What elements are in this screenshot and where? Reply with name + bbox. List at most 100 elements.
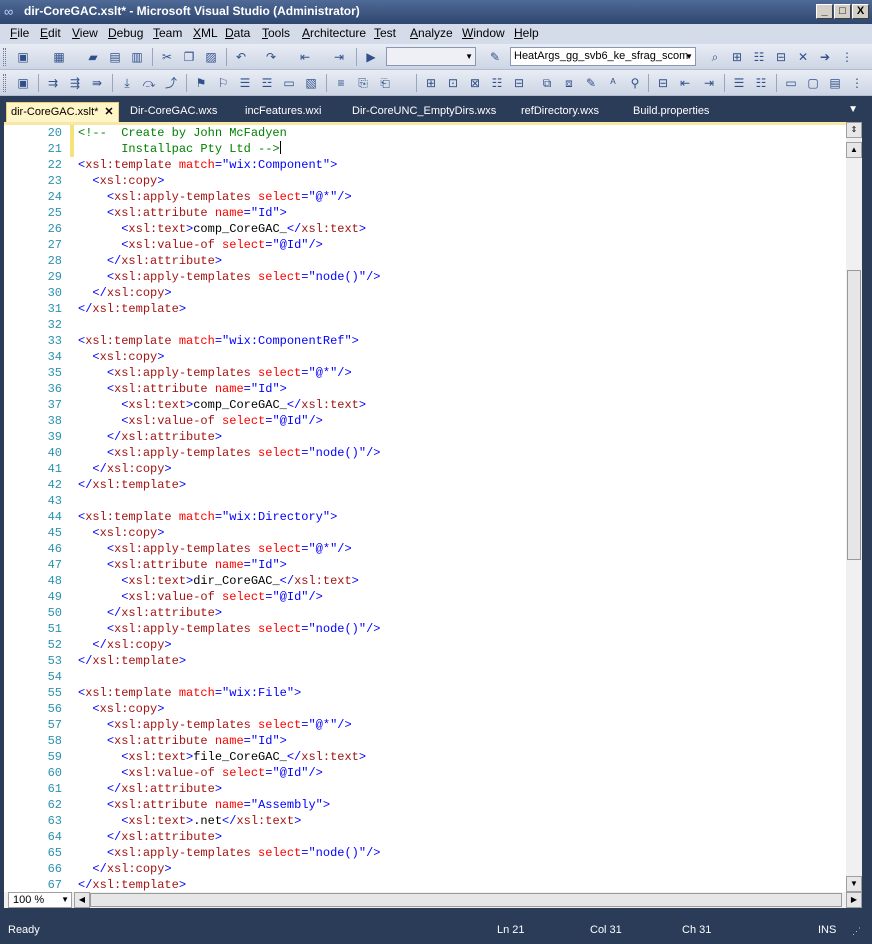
toggle-bookmark-icon[interactable]: ⚑ bbox=[192, 74, 210, 92]
code-line[interactable]: 55 <xsl:template match="wix:File"> bbox=[48, 685, 381, 701]
scroll-right-icon[interactable]: ▶ bbox=[846, 892, 862, 908]
menu-data[interactable]: Data bbox=[225, 26, 250, 40]
code-line[interactable]: 37 <xsl:text>comp_CoreGAC_</xsl:text> bbox=[48, 397, 381, 413]
horizontal-scroll-thumb[interactable] bbox=[90, 893, 842, 907]
vertical-scroll-thumb[interactable] bbox=[847, 270, 861, 560]
show-xslt-output-icon[interactable]: ⇶ bbox=[66, 74, 84, 92]
menu-window[interactable]: Window bbox=[462, 26, 505, 40]
save-icon[interactable]: ▤ bbox=[106, 48, 124, 66]
indent-icon[interactable]: ≡ bbox=[332, 74, 350, 92]
code-line[interactable]: 20 <!-- Create by John McFadyen bbox=[48, 125, 381, 141]
start-xslt-debugging-icon[interactable]: ⇉ bbox=[44, 74, 62, 92]
code-line[interactable]: 26 <xsl:text>comp_CoreGAC_</xsl:text> bbox=[48, 221, 381, 237]
server-explorer-icon[interactable]: ⊠ bbox=[466, 74, 484, 92]
code-line[interactable]: 39 </xsl:attribute> bbox=[48, 429, 381, 445]
code-line[interactable]: 44 <xsl:template match="wix:Directory"> bbox=[48, 509, 381, 525]
code-line[interactable]: 45 <xsl:copy> bbox=[48, 525, 381, 541]
increase-indent-icon[interactable]: ⇥ bbox=[700, 74, 718, 92]
code-line[interactable]: 65 <xsl:apply-templates select="node()"/… bbox=[48, 845, 381, 861]
undo-icon[interactable]: ↶ bbox=[232, 48, 250, 66]
previous-bookmark-icon[interactable]: ⚐ bbox=[214, 74, 232, 92]
comment-selection-icon[interactable]: ⊟ bbox=[654, 74, 672, 92]
code-line[interactable]: 51 <xsl:apply-templates select="node()"/… bbox=[48, 621, 381, 637]
menu-test[interactable]: Test bbox=[374, 26, 396, 40]
open-file-icon[interactable]: ▰ bbox=[84, 48, 102, 66]
output-window-icon[interactable]: ▢ bbox=[804, 74, 822, 92]
task-list-icon[interactable]: ▤ bbox=[826, 74, 844, 92]
split-editor-icon[interactable]: ⇕ bbox=[846, 122, 862, 138]
code-line[interactable]: 29 <xsl:apply-templates select="node()"/… bbox=[48, 269, 381, 285]
code-line[interactable]: 58 <xsl:attribute name="Id"> bbox=[48, 733, 381, 749]
code-line[interactable]: 33 <xsl:template match="wix:ComponentRef"… bbox=[48, 333, 381, 349]
code-line[interactable]: 52 </xsl:copy> bbox=[48, 637, 381, 653]
debug-xslt-icon[interactable]: ⇛ bbox=[88, 74, 106, 92]
create-schema-icon[interactable]: ▣ bbox=[14, 74, 32, 92]
tab-refdirectory-wxs[interactable]: refDirectory.wxs bbox=[521, 102, 599, 122]
resize-grip-icon[interactable]: ⋰ bbox=[852, 926, 861, 937]
quick-info-icon[interactable]: ⧉ bbox=[538, 74, 556, 92]
xml-schema-icon[interactable]: ☷ bbox=[488, 74, 506, 92]
code-line[interactable]: 57 <xsl:apply-templates select="@*"/> bbox=[48, 717, 381, 733]
outline-icon[interactable]: ☰ bbox=[730, 74, 748, 92]
step-over-icon[interactable]: ⤼ bbox=[140, 74, 158, 92]
menu-file[interactable]: File bbox=[10, 26, 29, 40]
code-line[interactable]: 28 </xsl:attribute> bbox=[48, 253, 381, 269]
next-bookmark-icon[interactable]: ☰ bbox=[236, 74, 254, 92]
start-debugging-icon[interactable]: ▶ bbox=[362, 48, 380, 66]
horizontal-scrollbar[interactable]: 100 % ▼ ◀ ▶ bbox=[4, 892, 862, 908]
format-document-icon[interactable]: ▧ bbox=[302, 74, 320, 92]
copy-icon[interactable]: ❐ bbox=[180, 48, 198, 66]
menu-team[interactable]: Team bbox=[153, 26, 182, 40]
command-window-icon[interactable]: ▭ bbox=[782, 74, 800, 92]
code-line[interactable]: 31 </xsl:template> bbox=[48, 301, 381, 317]
schema-explorer-icon[interactable]: ⊞ bbox=[422, 74, 440, 92]
save-all-icon[interactable]: ▥ bbox=[128, 48, 146, 66]
navigate-backward-icon[interactable]: ⇤ bbox=[296, 48, 314, 66]
comment-icon[interactable]: ⎘ bbox=[354, 74, 372, 92]
new-project-icon[interactable]: ▣ bbox=[14, 48, 32, 66]
tab-dir-coregac-xslt[interactable]: dir-CoreGAC.xslt* ✕ bbox=[6, 102, 119, 122]
font-size-icon[interactable]: ᴬ bbox=[604, 74, 622, 92]
code-line[interactable]: 49 <xsl:value-of select="@Id"/> bbox=[48, 589, 381, 605]
code-line[interactable]: 21 Installpac Pty Ltd --> bbox=[48, 141, 381, 157]
code-line[interactable]: 64 </xsl:attribute> bbox=[48, 829, 381, 845]
code-line[interactable]: 61 </xsl:attribute> bbox=[48, 781, 381, 797]
code-line[interactable]: 50 </xsl:attribute> bbox=[48, 605, 381, 621]
toolbar-grip[interactable] bbox=[3, 48, 6, 66]
parameter-info-icon[interactable]: ⧈ bbox=[560, 74, 578, 92]
code-line[interactable]: 46 <xsl:apply-templates select="@*"/> bbox=[48, 541, 381, 557]
tab-build-properties[interactable]: Build.properties bbox=[633, 102, 709, 122]
uncomment-icon[interactable]: ⎗ bbox=[376, 74, 394, 92]
code-line[interactable]: 59 <xsl:text>file_CoreGAC_</xsl:text> bbox=[48, 749, 381, 765]
display-word-completion-icon[interactable]: ⚲ bbox=[626, 74, 644, 92]
scroll-up-icon[interactable]: ▲ bbox=[846, 142, 862, 158]
cut-icon[interactable]: ✂ bbox=[158, 48, 176, 66]
code-line[interactable]: 25 <xsl:attribute name="Id"> bbox=[48, 205, 381, 221]
menu-help[interactable]: Help bbox=[514, 26, 539, 40]
properties-icon[interactable]: ⊟ bbox=[510, 74, 528, 92]
code-line[interactable]: 41 </xsl:copy> bbox=[48, 461, 381, 477]
menu-debug[interactable]: Debug bbox=[108, 26, 143, 40]
scroll-down-icon[interactable]: ▼ bbox=[846, 876, 862, 892]
code-line[interactable]: 62 <xsl:attribute name="Assembly"> bbox=[48, 797, 381, 813]
code-line[interactable]: 43 bbox=[48, 493, 381, 509]
complete-word-icon[interactable]: ✎ bbox=[582, 74, 600, 92]
step-out-icon[interactable]: ⤴ bbox=[162, 74, 180, 92]
code-line[interactable]: 67 </xsl:template> bbox=[48, 877, 381, 892]
object-browser-icon[interactable]: ⊟ bbox=[772, 48, 790, 66]
find-icon[interactable]: ⌕ bbox=[706, 48, 724, 66]
close-window-button[interactable]: X bbox=[852, 4, 869, 19]
selection-margin[interactable] bbox=[70, 125, 74, 892]
toggle-outline-icon[interactable]: ☷ bbox=[752, 74, 770, 92]
solution-explorer-icon[interactable]: ⊞ bbox=[728, 48, 746, 66]
menu-analyze[interactable]: Analyze bbox=[410, 26, 453, 40]
menu-view[interactable]: View bbox=[72, 26, 98, 40]
code-line[interactable]: 60 <xsl:value-of select="@Id"/> bbox=[48, 765, 381, 781]
menu-xml[interactable]: XML bbox=[193, 26, 218, 40]
title-bar[interactable]: ∞ dir-CoreGAC.xslt* - Microsoft Visual S… bbox=[0, 0, 872, 24]
toolbar-options-icon[interactable]: ⋮ bbox=[838, 48, 856, 66]
step-into-icon[interactable]: ⤓ bbox=[118, 74, 136, 92]
decrease-indent-icon[interactable]: ⇤ bbox=[676, 74, 694, 92]
code-line[interactable]: 47 <xsl:attribute name="Id"> bbox=[48, 557, 381, 573]
zoom-select[interactable]: 100 % ▼ bbox=[8, 892, 72, 908]
